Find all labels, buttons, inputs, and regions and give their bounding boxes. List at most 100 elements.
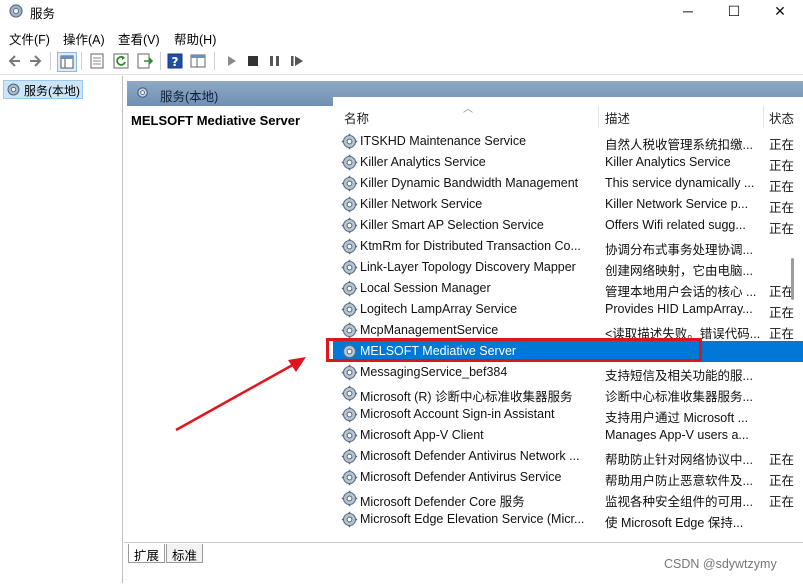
red-arrow-annotation xyxy=(175,357,306,432)
service-status: 正在 xyxy=(769,306,795,320)
service-description: Killer Analytics Service xyxy=(605,155,731,169)
service-description: This service dynamically ... xyxy=(605,176,755,190)
service-description: Manages App-V users a... xyxy=(605,428,749,442)
search-gear-icon xyxy=(137,87,148,98)
window-title: 服务 xyxy=(30,7,56,21)
maximize-button[interactable]: ☐ xyxy=(711,0,757,24)
start-service-icon[interactable] xyxy=(222,52,240,70)
menu-view[interactable]: 查看(V) xyxy=(118,29,160,48)
vertical-scrollbar-thumb[interactable] xyxy=(791,258,794,300)
menu-file[interactable]: 文件(F) xyxy=(9,29,50,48)
service-description: 支持用户通过 Microsoft ... xyxy=(605,411,749,425)
service-row[interactable]: MessagingService_bef384 支持短信及相关功能的服... xyxy=(333,362,803,383)
tab-extended[interactable]: 扩展 xyxy=(128,544,166,563)
service-detail-pane: MELSOFT Mediative Server xyxy=(127,106,333,542)
service-name: Killer Analytics Service xyxy=(360,155,486,169)
services-gear-icon xyxy=(7,83,20,96)
toolbar: ? xyxy=(0,48,803,75)
column-header-status[interactable]: 状态 xyxy=(769,108,799,127)
service-row[interactable]: Killer Dynamic Bandwidth Management This … xyxy=(333,173,803,194)
properties-icon[interactable] xyxy=(88,52,106,70)
show-hide-icon[interactable] xyxy=(189,52,207,70)
menu-bar: 文件(F) 操作(A) 查看(V) 帮助(H) xyxy=(0,25,803,47)
service-row[interactable]: Microsoft Account Sign-in Assistant 支持用户通… xyxy=(333,404,803,425)
service-gear-icon xyxy=(341,490,358,507)
service-description: 帮助防止针对网络协议中... xyxy=(605,453,753,467)
console-tree-pane: 服务(本地) xyxy=(0,76,123,583)
service-name: Local Session Manager xyxy=(360,281,491,295)
highlight-box xyxy=(326,338,702,362)
back-arrow-icon[interactable] xyxy=(6,52,24,70)
svg-text:?: ? xyxy=(172,55,179,69)
header-label: 服务(本地) xyxy=(160,90,219,104)
service-row[interactable]: Local Session Manager 管理本地用户会话的核心 ... 正在 xyxy=(333,278,803,299)
service-row[interactable]: Link-Layer Topology Discovery Mapper 创建网络… xyxy=(333,257,803,278)
service-row[interactable]: Killer Analytics Service Killer Analytics… xyxy=(333,152,803,173)
service-status: 正在 xyxy=(769,495,795,509)
column-divider[interactable] xyxy=(598,106,599,128)
tab-standard[interactable]: 标准 xyxy=(166,544,204,563)
service-name: ITSKHD Maintenance Service xyxy=(360,134,527,148)
service-row[interactable]: Microsoft Edge Elevation Service (Micr..… xyxy=(333,509,803,530)
service-status: 正在 xyxy=(769,453,795,467)
service-name: MessagingService_bef384 xyxy=(360,365,508,379)
service-gear-icon xyxy=(341,259,358,276)
service-status: 正在 xyxy=(769,285,795,299)
service-row[interactable]: Logitech LampArray Service Provides HID L… xyxy=(333,299,803,320)
tree-item-services-local[interactable]: 服务(本地) xyxy=(3,80,83,99)
refresh-icon[interactable] xyxy=(112,52,130,70)
service-gear-icon xyxy=(341,364,358,381)
watermark: CSDN @sdywtzymy xyxy=(664,557,777,571)
help-icon[interactable]: ? xyxy=(166,52,184,70)
service-row[interactable]: Killer Network Service Killer Network Ser… xyxy=(333,194,803,215)
column-header-description[interactable]: 描述 xyxy=(605,108,630,127)
service-description: 诊断中心标准收集器服务... xyxy=(605,390,753,404)
column-header-name[interactable]: 名称 xyxy=(344,108,369,127)
services-gear-icon xyxy=(9,4,23,18)
service-gear-icon xyxy=(341,301,358,318)
service-name: McpManagementService xyxy=(360,323,499,337)
tree-item-label: 服务(本地) xyxy=(24,84,80,98)
stop-service-icon[interactable] xyxy=(244,52,262,70)
service-gear-icon xyxy=(341,196,358,213)
toolbar-separator xyxy=(50,52,51,70)
toolbar-separator xyxy=(160,52,161,70)
service-row[interactable]: Microsoft (R) 诊断中心标准收集器服务 诊断中心标准收集器服务... xyxy=(333,383,803,404)
service-name: KtmRm for Distributed Transaction Co... xyxy=(360,239,581,253)
forward-arrow-icon[interactable] xyxy=(26,52,44,70)
service-description: Killer Network Service p... xyxy=(605,197,749,211)
service-description: 协调分布式事务处理协调... xyxy=(605,243,753,257)
column-divider[interactable] xyxy=(763,106,764,128)
menu-help[interactable]: 帮助(H) xyxy=(174,29,216,48)
title-bar: 服务 ─ ☐ ✕ xyxy=(0,0,803,24)
service-gear-icon xyxy=(341,469,358,486)
service-status: 正在 xyxy=(769,222,795,236)
pause-service-icon[interactable] xyxy=(266,52,284,70)
menu-action[interactable]: 操作(A) xyxy=(63,29,105,48)
service-row[interactable]: Killer Smart AP Selection Service Offers … xyxy=(333,215,803,236)
selected-service-title: MELSOFT Mediative Server xyxy=(131,113,301,128)
sort-ascending-icon: ︿ xyxy=(463,104,473,115)
console-tree-icon[interactable] xyxy=(57,52,77,72)
service-gear-icon xyxy=(341,238,358,255)
service-list: ︿ 名称 描述 状态 ITSKHD Maintenance Service 自然人… xyxy=(333,97,803,542)
service-gear-icon xyxy=(341,322,358,339)
service-row[interactable]: ITSKHD Maintenance Service 自然人税收管理系统扣缴...… xyxy=(333,131,803,152)
restart-service-icon[interactable] xyxy=(288,52,306,70)
service-gear-icon xyxy=(341,133,358,150)
minimize-button[interactable]: ─ xyxy=(665,0,711,24)
service-status: 正在 xyxy=(769,180,795,194)
service-row[interactable]: Microsoft Defender Antivirus Network ...… xyxy=(333,446,803,467)
service-row[interactable]: KtmRm for Distributed Transaction Co... 协… xyxy=(333,236,803,257)
service-name: Microsoft Defender Core 服务 xyxy=(360,495,525,509)
service-gear-icon xyxy=(341,511,358,528)
service-description: 管理本地用户会话的核心 ... xyxy=(605,285,757,299)
close-button[interactable]: ✕ xyxy=(757,0,803,24)
service-row[interactable]: Microsoft Defender Core 服务 监视各种安全组件的可用...… xyxy=(333,488,803,509)
service-name: Microsoft Defender Antivirus Service xyxy=(360,470,562,484)
export-list-icon[interactable] xyxy=(136,52,154,70)
service-description: 支持短信及相关功能的服... xyxy=(605,369,753,383)
service-description: Provides HID LampArray... xyxy=(605,302,753,316)
service-row[interactable]: Microsoft App-V Client Manages App-V user… xyxy=(333,425,803,446)
service-row[interactable]: Microsoft Defender Antivirus Service 帮助用户… xyxy=(333,467,803,488)
